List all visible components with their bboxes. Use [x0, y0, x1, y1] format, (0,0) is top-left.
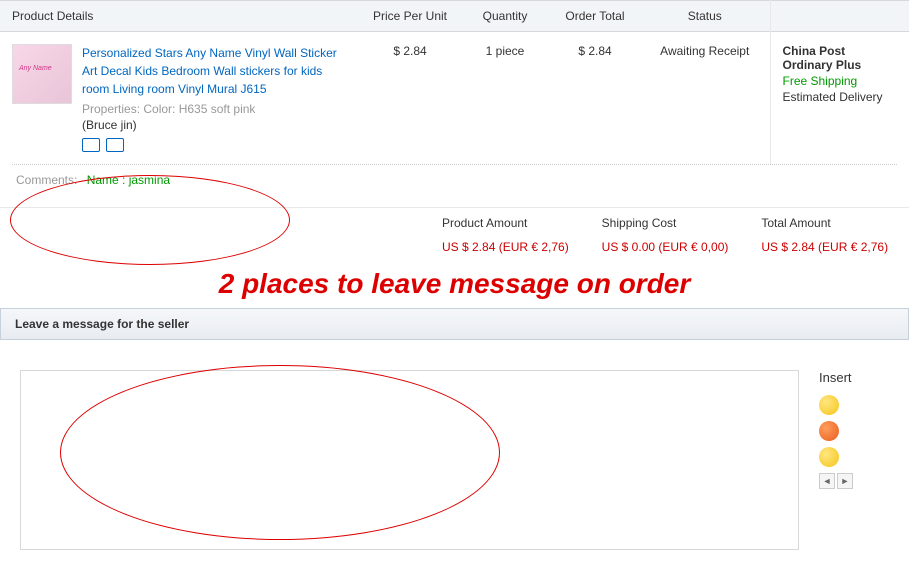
- total-amount-value: US $ 2.84 (EUR € 2,76): [761, 240, 897, 254]
- item-total: $ 2.84: [550, 32, 640, 165]
- item-status: Awaiting Receipt: [640, 32, 770, 165]
- estimated-delivery: Estimated Delivery: [783, 90, 898, 104]
- emoji-next-button[interactable]: ►: [837, 473, 853, 489]
- emoji-prev-button[interactable]: ◄: [819, 473, 835, 489]
- table-header-row: Product Details Price Per Unit Quantity …: [0, 1, 909, 32]
- order-items-table: Product Details Price Per Unit Quantity …: [0, 0, 909, 164]
- product-title-link[interactable]: Personalized Stars Any Name Vinyl Wall S…: [82, 44, 348, 98]
- total-amount-label: Total Amount: [761, 216, 897, 230]
- emoji-laugh-icon[interactable]: [819, 421, 839, 441]
- comments-value: Name : jasmina: [87, 173, 170, 187]
- free-shipping-label: Free Shipping: [783, 74, 898, 88]
- product-amount-value: US $ 2.84 (EUR € 2,76): [442, 240, 578, 254]
- emoji-wink-icon[interactable]: [819, 447, 839, 467]
- emoji-insert-label: Insert: [819, 370, 889, 385]
- shipping-cost-value: US $ 0.00 (EUR € 0,00): [602, 240, 738, 254]
- message-section: Leave a message for the seller Insert ◄ …: [0, 308, 909, 560]
- emoji-smile-icon[interactable]: [819, 395, 839, 415]
- comments-row: Comments: Name : jasmina: [0, 165, 909, 207]
- item-price: $ 2.84: [360, 32, 460, 165]
- order-item-row: Personalized Stars Any Name Vinyl Wall S…: [0, 32, 909, 165]
- card-icon[interactable]: [106, 138, 124, 152]
- product-thumbnail[interactable]: [12, 44, 72, 104]
- comments-label: Comments:: [16, 173, 77, 187]
- header-status: Status: [640, 1, 770, 32]
- product-seller: (Bruce jin): [82, 118, 348, 132]
- product-properties: Properties: Color: H635 soft pink: [82, 102, 348, 116]
- totals-section: Product Amount US $ 2.84 (EUR € 2,76) Sh…: [0, 207, 909, 262]
- shipping-method: China Post Ordinary Plus: [783, 44, 898, 72]
- header-shipping: [770, 1, 909, 32]
- emoji-panel: Insert ◄ ►: [819, 370, 889, 550]
- header-qty: Quantity: [460, 1, 550, 32]
- shipping-cost-label: Shipping Cost: [602, 216, 738, 230]
- message-header: Leave a message for the seller: [0, 308, 909, 340]
- header-total: Order Total: [550, 1, 640, 32]
- product-amount-label: Product Amount: [442, 216, 578, 230]
- seller-message-textarea[interactable]: [20, 370, 799, 550]
- header-product: Product Details: [0, 1, 360, 32]
- truck-icon[interactable]: [82, 138, 100, 152]
- header-price: Price Per Unit: [360, 1, 460, 32]
- annotation-overlay-text: 2 places to leave message on order: [0, 262, 909, 306]
- item-qty: 1 piece: [460, 32, 550, 165]
